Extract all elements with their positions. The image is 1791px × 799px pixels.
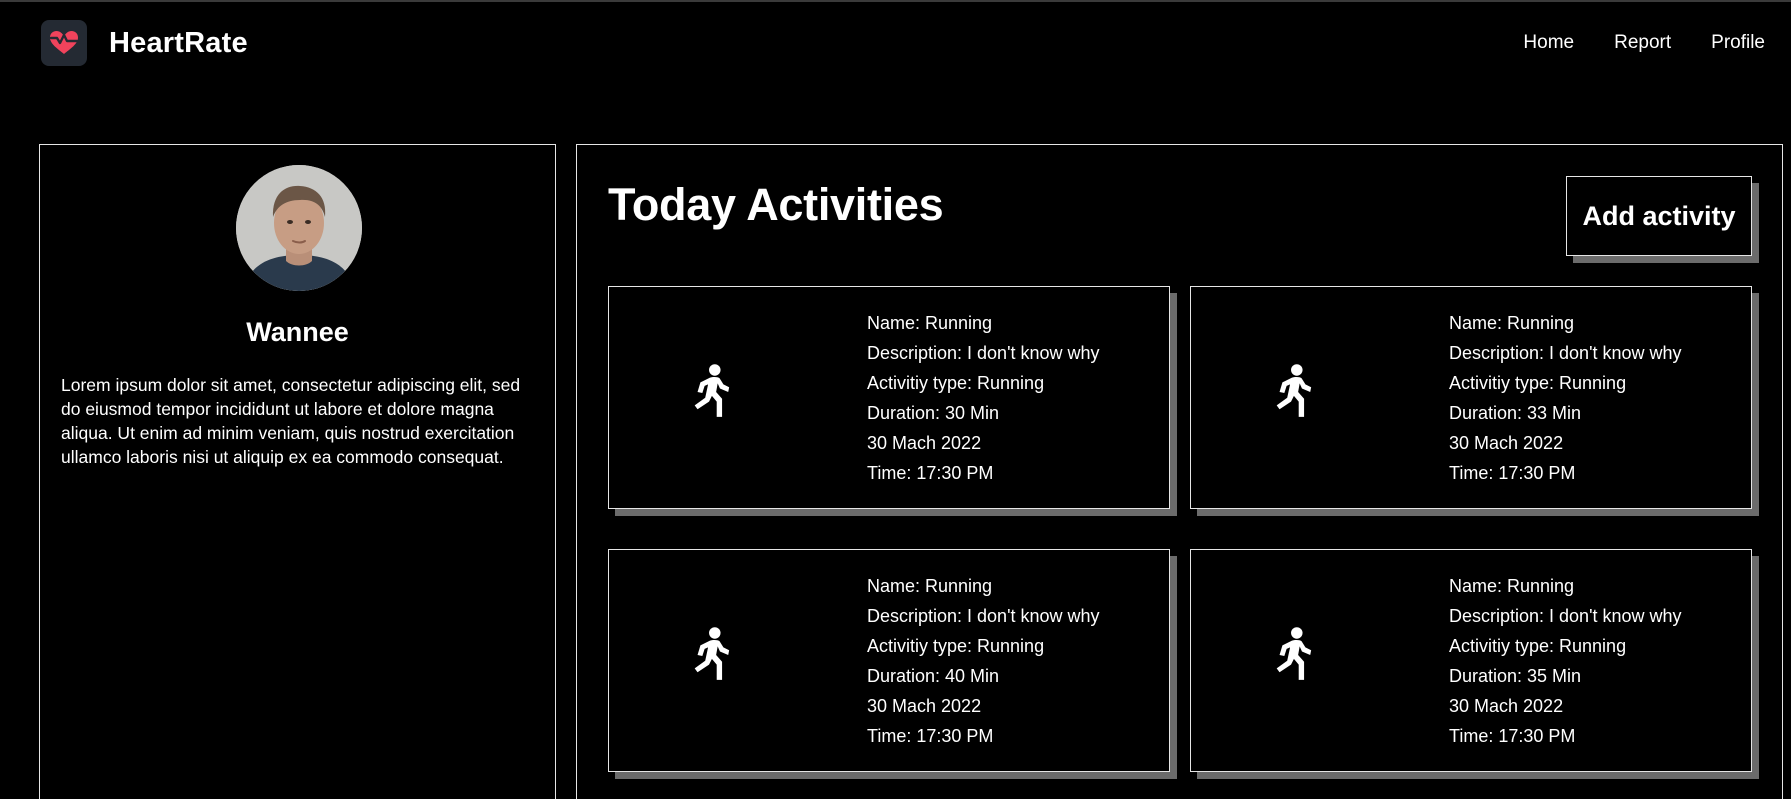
activities-panel: Today Activities Add activity Name: Runn… bbox=[576, 144, 1783, 799]
activity-date: 30 Mach 2022 bbox=[867, 433, 982, 453]
activity-name: Name: Running bbox=[1449, 576, 1575, 596]
avatar bbox=[236, 165, 362, 291]
running-person-icon bbox=[687, 363, 733, 421]
running-person-icon bbox=[1269, 626, 1315, 684]
nav-home-link[interactable]: Home bbox=[1523, 32, 1574, 54]
activity-card[interactable]: Name: Running Description: I don't know … bbox=[608, 549, 1170, 772]
activity-details: Name: Running Description: I don't know … bbox=[867, 308, 1100, 488]
profile-bio: Lorem ipsum dolor sit amet, consectetur … bbox=[61, 375, 521, 467]
running-person-icon bbox=[1269, 363, 1315, 421]
activity-details: Name: Running Description: I don't know … bbox=[867, 571, 1100, 751]
nav-report-link[interactable]: Report bbox=[1614, 32, 1671, 54]
page-title: Today Activities bbox=[608, 179, 944, 230]
activity-name: Name: Running bbox=[867, 313, 993, 333]
activity-description: Description: I don't know why bbox=[1449, 606, 1682, 626]
activity-details: Name: Running Description: I don't know … bbox=[1449, 571, 1682, 751]
activity-type: Activitiy type: Running bbox=[867, 373, 1045, 393]
heart-icon bbox=[41, 20, 87, 66]
activity-time: Time: 17:30 PM bbox=[867, 463, 994, 483]
activity-name: Name: Running bbox=[867, 576, 993, 596]
activity-card[interactable]: Name: Running Description: I don't know … bbox=[1190, 549, 1752, 772]
profile-name: Wannee bbox=[246, 317, 349, 347]
activity-description: Description: I don't know why bbox=[867, 606, 1100, 626]
brand[interactable]: HeartRate bbox=[41, 20, 248, 66]
profile-card: Wannee Lorem ipsum dolor sit amet, conse… bbox=[39, 144, 556, 799]
activity-duration: Duration: 40 Min bbox=[867, 666, 1000, 686]
activity-time: Time: 17:30 PM bbox=[1449, 726, 1576, 746]
activity-date: 30 Mach 2022 bbox=[1449, 433, 1564, 453]
activity-date: 30 Mach 2022 bbox=[1449, 696, 1564, 716]
activity-details: Name: Running Description: I don't know … bbox=[1449, 308, 1682, 488]
activity-duration: Duration: 35 Min bbox=[1449, 666, 1582, 686]
activity-time: Time: 17:30 PM bbox=[867, 726, 994, 746]
add-activity-button[interactable]: Add activity bbox=[1566, 176, 1752, 256]
activity-duration: Duration: 30 Min bbox=[867, 403, 1000, 423]
activity-card[interactable]: Name: Running Description: I don't know … bbox=[1190, 286, 1752, 509]
navbar: HeartRate Home Report Profile bbox=[0, 2, 1791, 88]
activity-description: Description: I don't know why bbox=[867, 343, 1100, 363]
activity-name: Name: Running bbox=[1449, 313, 1575, 333]
activity-type: Activitiy type: Running bbox=[1449, 636, 1627, 656]
activity-description: Description: I don't know why bbox=[1449, 343, 1682, 363]
page: HeartRate Home Report Profile Wannee Lor… bbox=[0, 0, 1791, 799]
activity-type: Activitiy type: Running bbox=[1449, 373, 1627, 393]
activity-date: 30 Mach 2022 bbox=[867, 696, 982, 716]
activity-duration: Duration: 33 Min bbox=[1449, 403, 1582, 423]
brand-name: HeartRate bbox=[109, 26, 248, 59]
nav-links: Home Report Profile bbox=[1483, 32, 1765, 54]
activity-card[interactable]: Name: Running Description: I don't know … bbox=[608, 286, 1170, 509]
nav-profile-link[interactable]: Profile bbox=[1711, 32, 1765, 54]
running-person-icon bbox=[687, 626, 733, 684]
activity-time: Time: 17:30 PM bbox=[1449, 463, 1576, 483]
activity-type: Activitiy type: Running bbox=[867, 636, 1045, 656]
